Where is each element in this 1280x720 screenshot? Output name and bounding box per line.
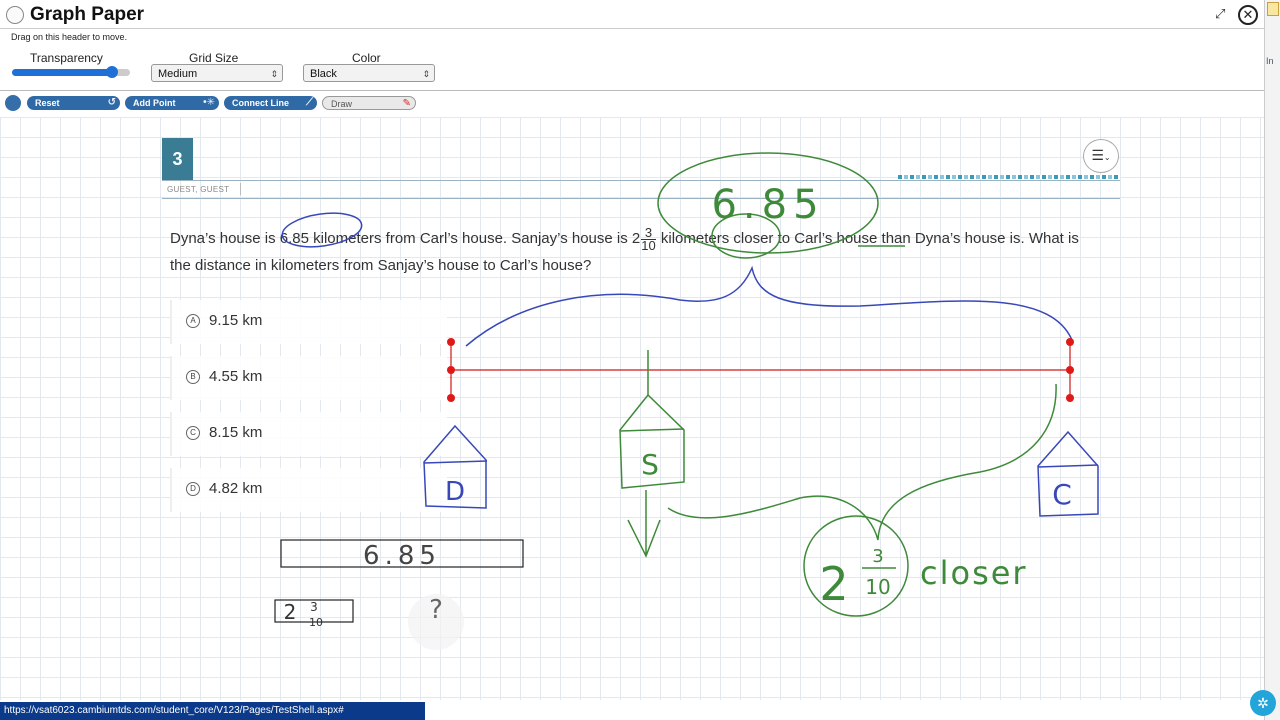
graph-paper-canvas[interactable]: [0, 117, 1264, 700]
transparency-slider-fill: [12, 69, 113, 76]
select-arrow-icon: ⇕: [422, 69, 430, 79]
connect-line-button[interactable]: Connect Line ⟋: [224, 96, 317, 110]
draw-label: Draw: [331, 99, 353, 109]
color-label: Color: [352, 51, 381, 65]
add-point-icon: •✳: [203, 97, 215, 108]
mixed-whole: 2: [631, 230, 641, 247]
mixed-den: 10: [641, 237, 656, 253]
add-point-button[interactable]: Add Point •✳: [125, 96, 219, 110]
move-icon[interactable]: ⤢: [1215, 6, 1233, 22]
color-select[interactable]: Black ⇕: [303, 64, 435, 82]
option-text: 4.55 km: [209, 368, 263, 385]
grid-size-value: Medium: [158, 68, 198, 80]
question-text-part1: Dyna’s house is 6.85 kilometers from Car…: [170, 230, 632, 247]
toolbar-menu-icon[interactable]: [5, 95, 21, 111]
accessibility-icon[interactable]: ✲: [1250, 690, 1276, 716]
transparency-slider-thumb[interactable]: [106, 66, 119, 78]
answer-option-c[interactable]: C 8.15 km: [170, 412, 447, 456]
close-icon[interactable]: ✕: [1238, 5, 1258, 25]
color-value: Black: [310, 68, 337, 80]
drag-hint: Drag on this header to move.: [11, 32, 128, 42]
select-arrow-icon: ⇕: [270, 69, 278, 79]
grid-size-label: Grid Size: [189, 51, 239, 65]
progress-indicator: [898, 175, 1120, 179]
question-menu-button[interactable]: ☰⌄: [1083, 139, 1119, 173]
side-tab-icon: [1267, 2, 1279, 16]
option-bubble[interactable]: C: [186, 426, 200, 440]
grid-size-select[interactable]: Medium ⇕: [151, 64, 283, 82]
add-point-label: Add Point: [133, 98, 176, 108]
divider: [162, 180, 1120, 181]
option-text: 8.15 km: [209, 424, 263, 441]
reset-label: Reset: [35, 98, 60, 108]
divider: [162, 198, 1120, 199]
right-scrollbar[interactable]: In: [1264, 0, 1280, 720]
question-text: Dyna’s house is 6.85 kilometers from Car…: [170, 225, 1090, 279]
divider: [240, 183, 241, 195]
answer-option-b[interactable]: B 4.55 km: [170, 356, 447, 400]
question-number: 3: [162, 138, 193, 180]
graph-paper-icon: [6, 6, 24, 24]
connect-line-icon: ⟋: [306, 97, 313, 108]
graph-paper-controls: Drag on this header to move. Transparenc…: [0, 29, 1264, 91]
mixed-fraction: 3 10: [641, 226, 656, 253]
side-text: In: [1266, 56, 1274, 66]
reset-icon: ↺: [107, 97, 116, 108]
option-bubble[interactable]: D: [186, 482, 200, 496]
answer-option-d[interactable]: D 4.82 km: [170, 468, 447, 512]
option-bubble[interactable]: B: [186, 370, 200, 384]
window-title: Graph Paper: [30, 4, 145, 25]
status-url: https://vsat6023.cambiumtds.com/student_…: [0, 702, 425, 720]
draw-icon: ✎: [402, 98, 411, 109]
user-name: GUEST, GUEST: [167, 185, 230, 194]
draw-button[interactable]: Draw ✎: [322, 96, 416, 110]
transparency-label: Transparency: [30, 51, 103, 65]
connect-line-label: Connect Line: [232, 98, 290, 108]
reset-button[interactable]: Reset ↺: [27, 96, 120, 110]
option-text: 9.15 km: [209, 312, 263, 329]
graph-paper-header[interactable]: Graph Paper ⤢ ✕: [0, 0, 1264, 29]
option-bubble[interactable]: A: [186, 314, 200, 328]
graph-toolbar: Reset ↺ Add Point •✳ Connect Line ⟋ Draw…: [0, 91, 1264, 117]
transparency-slider[interactable]: [12, 66, 130, 78]
option-text: 4.82 km: [209, 480, 263, 497]
answer-option-a[interactable]: A 9.15 km: [170, 300, 447, 344]
